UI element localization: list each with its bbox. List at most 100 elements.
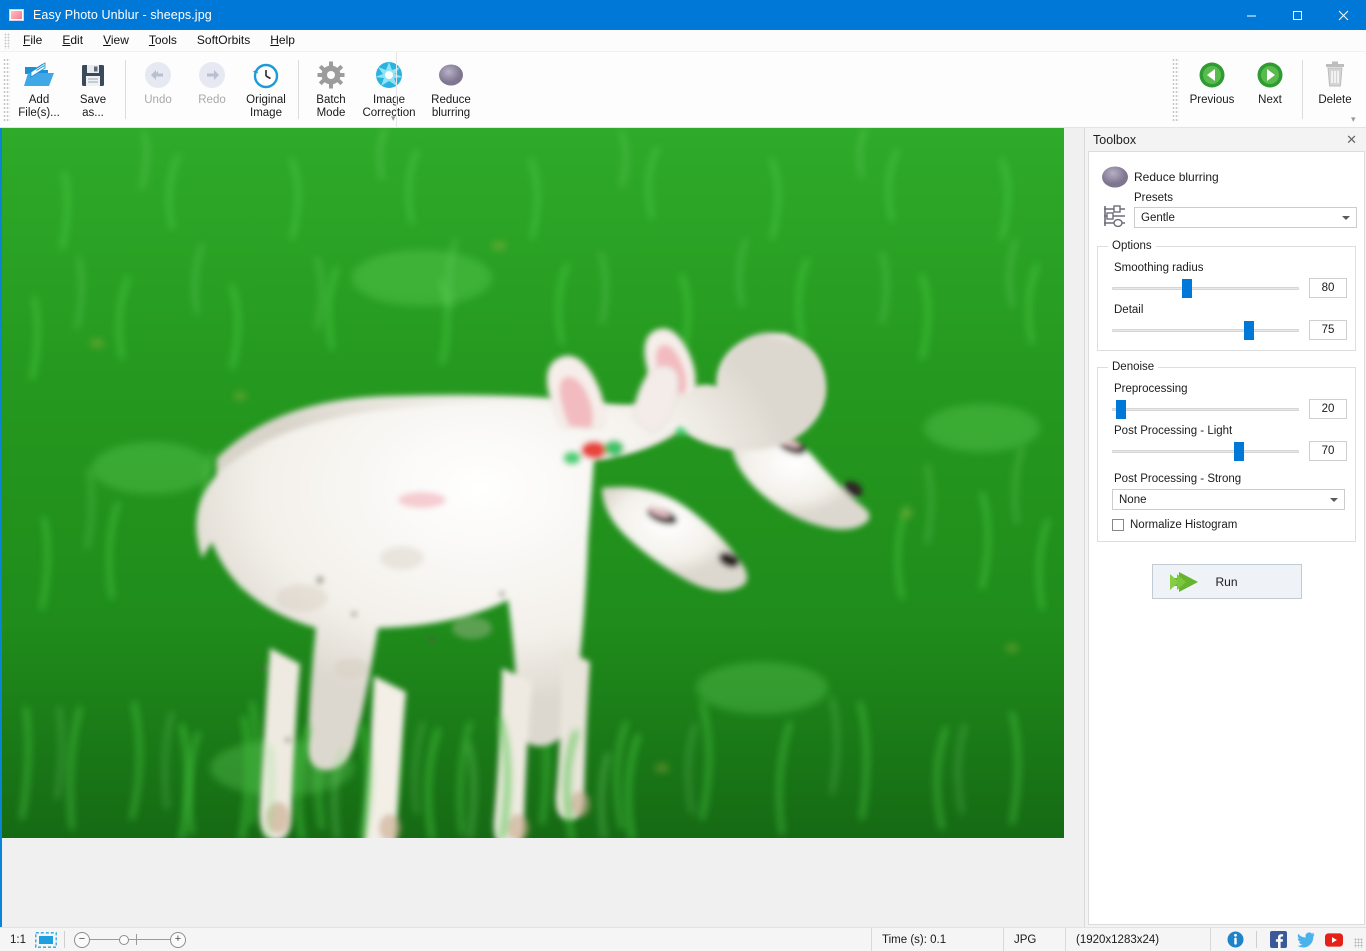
detail-label: Detail [1114, 304, 1347, 316]
toolbar-expand-icon[interactable]: ▾ [1351, 115, 1361, 125]
preprocessing-row: 20 [1106, 399, 1347, 419]
batch-mode-icon [316, 58, 346, 92]
toolbar-collapse-chevron-icon[interactable]: ▾ [391, 113, 396, 124]
slider-thumb[interactable] [1234, 442, 1244, 461]
toolbar-panel-edge [396, 52, 397, 127]
menu-item-help[interactable]: Help [260, 31, 305, 50]
title-bar: Easy Photo Unblur - sheeps.jpg [0, 0, 1366, 30]
close-button[interactable] [1320, 0, 1366, 30]
redo-label: Redo [198, 94, 226, 107]
twitter-icon[interactable] [1297, 931, 1315, 949]
blur-circle-icon [1096, 164, 1134, 190]
toolbar: Add File(s)... Save as... [0, 52, 1366, 128]
youtube-icon[interactable] [1325, 931, 1343, 949]
slider-thumb[interactable] [1116, 400, 1126, 419]
original-image-button[interactable]: Original Image [239, 52, 293, 127]
image-canvas[interactable] [0, 128, 1084, 927]
toolbar-left-group: Add File(s)... Save as... [12, 52, 482, 127]
normalize-histogram-row[interactable]: Normalize Histogram [1112, 519, 1347, 531]
toolbar-separator [125, 60, 126, 119]
next-icon [1255, 58, 1285, 92]
add-files-label: Add File(s)... [18, 94, 60, 120]
menu-item-view[interactable]: View [93, 31, 139, 50]
save-as-button[interactable]: Save as... [66, 52, 120, 127]
undo-label: Undo [144, 94, 172, 107]
toolbox-body: Reduce blurring [1088, 151, 1365, 925]
zoom-in-button[interactable]: + [170, 932, 186, 948]
toolbar-right-group: Previous Next [1169, 52, 1362, 127]
green-arrow-icon [1167, 571, 1201, 593]
zoom-out-button[interactable]: − [74, 932, 90, 948]
slider-thumb[interactable] [1182, 279, 1192, 298]
toolbar-separator-3 [1302, 60, 1303, 119]
menu-item-edit[interactable]: Edit [52, 31, 93, 50]
preprocessing-label: Preprocessing [1114, 383, 1347, 395]
preprocessing-slider[interactable] [1112, 399, 1299, 419]
zoom-slider-thumb[interactable] [119, 935, 129, 945]
redo-button[interactable]: Redo [185, 52, 239, 127]
add-files-button[interactable]: Add File(s)... [12, 52, 66, 127]
application-window: Easy Photo Unblur - sheeps.jpg File Edit… [0, 0, 1366, 951]
detail-slider[interactable] [1112, 320, 1299, 340]
next-button[interactable]: Next [1243, 52, 1297, 127]
toolbar-grip-icon [3, 58, 10, 121]
status-social-icons [1210, 928, 1354, 951]
normalize-histogram-label: Normalize Histogram [1130, 519, 1237, 531]
resize-grip-icon[interactable] [1354, 938, 1363, 948]
batch-mode-button[interactable]: Batch Mode [304, 52, 358, 127]
facebook-icon[interactable] [1269, 931, 1287, 949]
denoise-legend: Denoise [1108, 361, 1158, 373]
toolbox-title: Toolbox [1093, 133, 1343, 147]
run-button[interactable]: Run [1152, 564, 1302, 599]
options-legend: Options [1108, 240, 1156, 252]
status-right: Time (s): 0.1 JPG (1920x1283x24) [871, 928, 1366, 951]
reduce-blurring-button[interactable]: Reduce blurring [420, 52, 482, 127]
post-processing-strong-dropdown[interactable]: None [1112, 489, 1345, 510]
slider-track [1112, 450, 1299, 453]
current-tool: Reduce blurring [1096, 164, 1357, 190]
normalize-histogram-checkbox[interactable] [1112, 519, 1124, 531]
run-row: Run [1096, 564, 1357, 599]
photo-image[interactable] [2, 128, 1064, 838]
info-icon[interactable] [1226, 931, 1244, 949]
presets-dropdown[interactable]: Gentle [1134, 207, 1357, 228]
maximize-button[interactable] [1274, 0, 1320, 30]
smoothing-radius-label: Smoothing radius [1114, 262, 1347, 274]
smoothing-radius-slider[interactable] [1112, 278, 1299, 298]
app-icon [9, 7, 25, 23]
zoom-slider[interactable]: − + [74, 931, 186, 949]
post-processing-light-row: 70 [1106, 441, 1347, 461]
slider-thumb[interactable] [1244, 321, 1254, 340]
image-correction-icon [373, 58, 405, 92]
detail-value[interactable]: 75 [1309, 320, 1347, 340]
smoothing-radius-value[interactable]: 80 [1309, 278, 1347, 298]
add-files-icon [23, 58, 55, 92]
reduce-blurring-icon [436, 58, 466, 92]
presets-label: Presets [1134, 192, 1357, 204]
slider-track [1112, 287, 1299, 290]
chevron-down-icon [1330, 498, 1338, 502]
minimize-button[interactable] [1228, 0, 1274, 30]
undo-button[interactable]: Undo [131, 52, 185, 127]
menu-item-softorbits[interactable]: SoftOrbits [187, 31, 260, 50]
zoom-ratio-label[interactable]: 1:1 [10, 934, 26, 946]
main-area: Toolbox ✕ Reduce blurring [0, 128, 1366, 927]
toolbar-separator-2 [298, 60, 299, 119]
zoom-tick-mark [136, 934, 137, 945]
current-tool-label: Reduce blurring [1134, 170, 1219, 184]
menu-item-file[interactable]: File [13, 31, 52, 50]
slider-track [1112, 329, 1299, 332]
image-correction-button[interactable]: Image Correction [358, 52, 420, 127]
previous-button[interactable]: Previous [1181, 52, 1243, 127]
menu-item-tools[interactable]: Tools [139, 31, 187, 50]
post-processing-light-slider[interactable] [1112, 441, 1299, 461]
post-processing-light-value[interactable]: 70 [1309, 441, 1347, 461]
fit-to-screen-icon[interactable] [35, 932, 57, 948]
toolbox-close-icon[interactable]: ✕ [1343, 134, 1360, 146]
status-bar: 1:1 − + Time (s): 0.1 JPG (1920x1283x24) [0, 927, 1366, 951]
menu-bar: File Edit View Tools SoftOrbits Help [0, 30, 1366, 52]
chevron-down-icon [1342, 216, 1350, 220]
presets-row: Presets Gentle [1096, 192, 1357, 230]
preprocessing-value[interactable]: 20 [1309, 399, 1347, 419]
image-correction-label: Image Correction [362, 94, 415, 120]
